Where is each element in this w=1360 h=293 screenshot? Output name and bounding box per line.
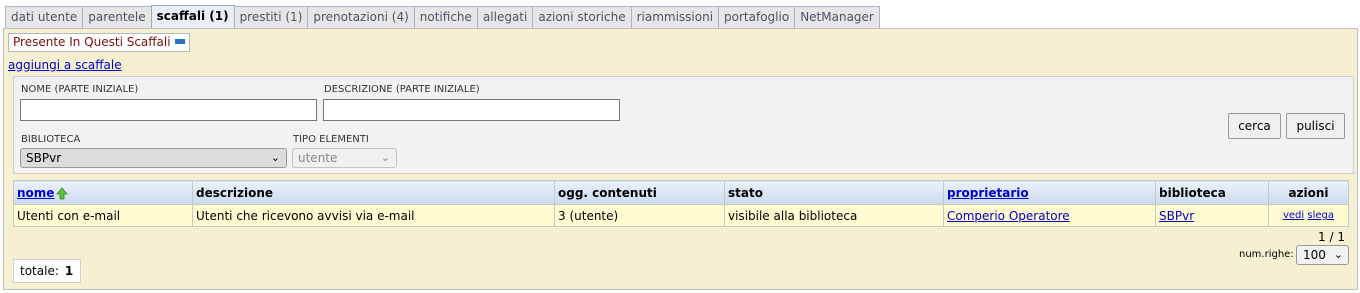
type-select[interactable]: utente ⌄ — [292, 148, 397, 168]
tab-allegati[interactable]: allegati — [476, 6, 534, 28]
type-label: TIPO ELEMENTI — [293, 134, 369, 145]
tab-azioni-storiche[interactable]: azioni storiche — [532, 6, 632, 28]
chevron-down-icon: ⌄ — [1333, 248, 1343, 261]
library-select-value: SBPvr — [26, 151, 62, 165]
search-button[interactable]: cerca — [1228, 113, 1281, 139]
description-input[interactable] — [323, 99, 620, 121]
section-legend-label: Presente In Questi Scaffali — [13, 35, 171, 49]
column-header-contenuti: ogg. contenuti — [554, 180, 725, 205]
column-header-azioni: azioni — [1268, 180, 1349, 205]
total-label: totale: — [20, 264, 59, 278]
description-label: DESCRIZIONE (PARTE INIZIALE) — [324, 84, 480, 95]
cell-nome: Utenti con e-mail — [13, 204, 193, 227]
rows-per-page-value: 100 — [1303, 248, 1326, 262]
tab-riammissioni[interactable]: riammissioni — [630, 6, 720, 28]
tab-prenotazioni[interactable]: prenotazioni (4) — [307, 6, 415, 28]
name-label: NOME (PARTE INIZIALE) — [21, 84, 139, 95]
column-header-proprietario[interactable]: proprietario — [943, 180, 1156, 205]
cell-stato: visibile alla biblioteca — [724, 204, 944, 227]
table-header-row: nome descrizione ogg. contenuti stato pr… — [13, 180, 1349, 205]
section-legend: Presente In Questi Scaffali — [8, 33, 190, 52]
owner-link[interactable]: Comperio Operatore — [947, 209, 1070, 223]
view-link[interactable]: vedi — [1283, 210, 1304, 221]
cell-biblioteca: SBPvr — [1155, 204, 1269, 227]
tab-bar: dati utente parentele scaffali (1) prest… — [5, 5, 880, 28]
tab-parentele[interactable]: parentele — [82, 6, 152, 28]
tab-prestiti[interactable]: prestiti (1) — [233, 6, 309, 28]
library-link[interactable]: SBPvr — [1159, 209, 1194, 223]
cell-contenuti: 3 (utente) — [554, 204, 725, 227]
type-select-value: utente — [298, 151, 338, 165]
tab-notifiche[interactable]: notifiche — [413, 6, 478, 28]
column-header-biblioteca: biblioteca — [1155, 180, 1269, 205]
chevron-down-icon: ⌄ — [270, 151, 280, 164]
cell-azioni: vedi slega — [1268, 204, 1349, 227]
arrow-up-icon — [56, 186, 69, 199]
name-input[interactable] — [20, 99, 317, 121]
pager-status: 1 / 1 — [1318, 230, 1345, 244]
total-value: 1 — [64, 264, 74, 278]
shelves-table: nome descrizione ogg. contenuti stato pr… — [13, 180, 1349, 227]
rows-per-page-select[interactable]: 100 ⌄ — [1296, 245, 1349, 265]
clear-button[interactable]: pulisci — [1286, 113, 1345, 139]
chevron-down-icon: ⌄ — [380, 151, 390, 164]
column-header-stato: stato — [724, 180, 944, 205]
total-box: totale: 1 — [13, 259, 81, 283]
unlink-link[interactable]: slega — [1307, 210, 1334, 221]
tab-dati-utente[interactable]: dati utente — [5, 6, 84, 28]
column-header-nome-label: nome — [17, 185, 55, 200]
tab-scaffali[interactable]: scaffali (1) — [150, 5, 235, 28]
shelves-panel: Presente In Questi Scaffali aggiungi a s… — [3, 28, 1358, 290]
cell-descrizione: Utenti che ricevono avvisi via e-mail — [192, 204, 555, 227]
add-to-shelf-link[interactable]: aggiungi a scaffale — [8, 58, 122, 72]
column-header-descrizione: descrizione — [192, 180, 555, 205]
column-header-nome[interactable]: nome — [13, 180, 193, 205]
library-label: BIBLIOTECA — [21, 134, 81, 145]
rows-per-page-label: num.righe: — [1239, 249, 1294, 260]
search-form: NOME (PARTE INIZIALE) DESCRIZIONE (PARTE… — [13, 76, 1354, 174]
cell-proprietario: Comperio Operatore — [943, 204, 1156, 227]
library-select[interactable]: SBPvr ⌄ — [20, 148, 287, 168]
minus-icon[interactable] — [174, 39, 185, 44]
tab-portafoglio[interactable]: portafoglio — [718, 6, 796, 28]
tab-netmanager[interactable]: NetManager — [794, 6, 880, 28]
table-row: Utenti con e-mail Utenti che ricevono av… — [13, 204, 1349, 227]
